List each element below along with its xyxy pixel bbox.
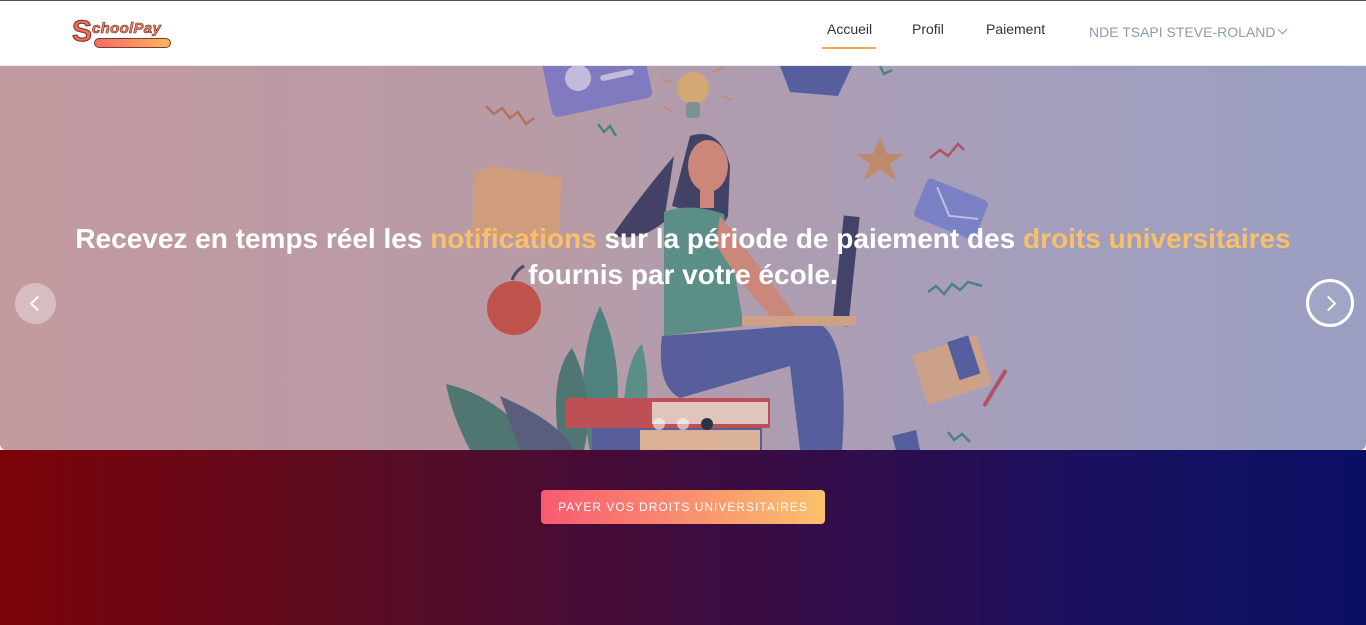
nav-profil[interactable]: Profil <box>912 21 944 37</box>
logo-bar <box>94 38 171 48</box>
caption-line-2: fournis par votre école. <box>528 259 838 290</box>
hero-carousel: Recevez en temps réel les notifications … <box>0 66 1366 450</box>
logo[interactable]: S choolPay <box>71 15 174 50</box>
chevron-left-icon <box>29 295 46 312</box>
navbar: S choolPay Accueil Profil Paiement NDE T… <box>0 1 1366 66</box>
caption-highlight-droits: droits universitaires <box>1023 223 1291 254</box>
logo-letter: S <box>71 15 93 48</box>
carousel-next-button[interactable] <box>1306 279 1354 327</box>
nav-paiement[interactable]: Paiement <box>986 21 1045 37</box>
chevron-down-icon[interactable] <box>1277 24 1288 35</box>
caption-text-2: sur la période de paiement des <box>596 223 1024 254</box>
carousel-indicator-3[interactable] <box>701 418 713 430</box>
chevron-right-icon <box>1320 295 1337 312</box>
nav-accueil[interactable]: Accueil <box>827 21 872 37</box>
pay-fees-button[interactable]: PAYER VOS DROITS UNIVERSITAIRES <box>541 490 825 524</box>
caption-highlight-notifications: notifications <box>430 223 597 254</box>
cta-section: PAYER VOS DROITS UNIVERSITAIRES <box>0 450 1366 625</box>
caption-text-1: Recevez en temps réel les <box>75 223 431 254</box>
logo-text: choolPay <box>92 20 162 38</box>
carousel-prev-button[interactable] <box>15 283 56 324</box>
carousel-indicator-2[interactable] <box>677 418 689 430</box>
user-menu[interactable]: NDE TSAPI STEVE-ROLAND <box>1089 24 1275 40</box>
carousel-indicator-1[interactable] <box>653 418 665 430</box>
hero-caption: Recevez en temps réel les notifications … <box>0 221 1366 293</box>
nav-active-indicator <box>822 47 876 49</box>
